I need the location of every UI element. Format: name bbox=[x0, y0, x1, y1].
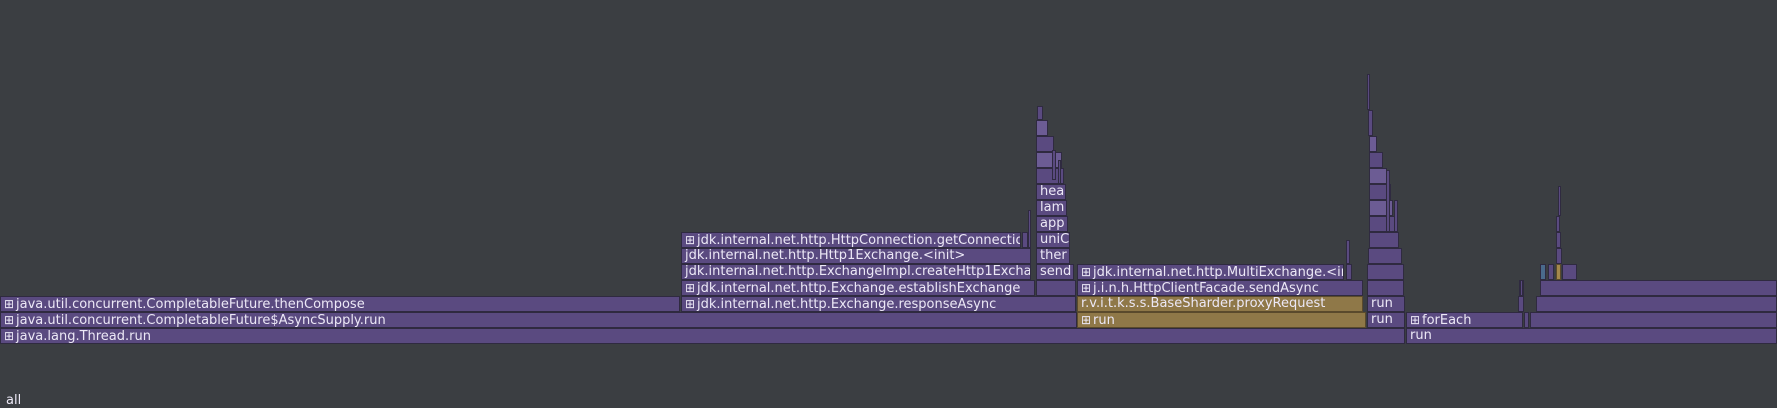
expand-icon[interactable]: ⊞ bbox=[685, 281, 695, 295]
frame-sliver[interactable] bbox=[1556, 248, 1562, 264]
frame-sliver[interactable] bbox=[1556, 232, 1561, 248]
frame-sliver[interactable] bbox=[1394, 200, 1398, 232]
frame-sliver[interactable] bbox=[1369, 136, 1377, 152]
frame-sliver[interactable] bbox=[1369, 152, 1383, 168]
frame-lam[interactable]: lam bbox=[1036, 200, 1067, 216]
frame-ther[interactable]: ther bbox=[1036, 248, 1070, 264]
frame-thread-run[interactable]: ⊞ java.lang.Thread.run bbox=[0, 328, 1405, 344]
frame-create-http1-exchange[interactable]: jdk.internal.net.http.ExchangeImpl.creat… bbox=[681, 264, 1031, 280]
frame-sliver[interactable] bbox=[1369, 232, 1399, 248]
frame-sliver[interactable] bbox=[1548, 264, 1554, 280]
frame-for-each[interactable]: ⊞ forEach bbox=[1406, 312, 1523, 328]
frame-http1-exchange-init[interactable]: jdk.internal.net.http.Http1Exchange.<ini… bbox=[681, 248, 1031, 264]
expand-icon[interactable]: ⊞ bbox=[685, 233, 695, 247]
frame-proxy-request[interactable]: r.v.i.t.k.s.s.BaseSharder.proxyRequest bbox=[1077, 296, 1363, 312]
expand-icon[interactable]: ⊞ bbox=[1410, 313, 1420, 327]
frame-sliver[interactable] bbox=[1367, 74, 1370, 110]
frame-send-async[interactable]: ⊞ j.i.n.h.HttpClientFacade.sendAsync bbox=[1077, 280, 1363, 296]
frame-sliver[interactable] bbox=[1346, 264, 1352, 280]
frame-response-async[interactable]: ⊞ jdk.internal.net.http.Exchange.response… bbox=[681, 296, 1076, 312]
frame-sliver[interactable] bbox=[1367, 264, 1404, 280]
frame-sliver[interactable] bbox=[1037, 106, 1043, 120]
frame-sliver[interactable] bbox=[1369, 216, 1397, 232]
frame-run-a[interactable]: run bbox=[1367, 296, 1405, 312]
frame-sliver[interactable] bbox=[1518, 296, 1524, 312]
expand-icon[interactable]: ⊞ bbox=[4, 313, 14, 327]
frame-sliver[interactable] bbox=[1368, 248, 1402, 264]
frame-sliver[interactable] bbox=[1036, 280, 1076, 296]
frame-send[interactable]: send bbox=[1036, 264, 1074, 280]
frame-sliver[interactable] bbox=[1536, 296, 1777, 312]
expand-icon[interactable]: ⊞ bbox=[4, 297, 14, 311]
frame-multi-exchange-init[interactable]: ⊞ jdk.internal.net.http.MultiExchange.<in… bbox=[1077, 264, 1344, 280]
root-frame-all[interactable]: all bbox=[0, 394, 1777, 408]
frame-then-compose[interactable]: ⊞ java.util.concurrent.CompletableFuture.… bbox=[0, 296, 680, 312]
frame-sliver[interactable] bbox=[1028, 210, 1031, 248]
frame-sliver[interactable] bbox=[1556, 264, 1561, 280]
expand-icon[interactable]: ⊞ bbox=[685, 297, 695, 311]
frame-hea[interactable]: hea bbox=[1036, 184, 1066, 200]
frame-sliver[interactable] bbox=[1052, 150, 1056, 180]
frame-sliver[interactable] bbox=[1540, 280, 1777, 296]
frame-sliver[interactable] bbox=[1368, 110, 1373, 136]
frame-establish-exchange[interactable]: ⊞ jdk.internal.net.http.Exchange.establis… bbox=[681, 280, 1035, 296]
frame-sliver[interactable] bbox=[1058, 160, 1061, 184]
frame-app[interactable]: app bbox=[1036, 216, 1068, 232]
frame-sliver[interactable] bbox=[1386, 170, 1390, 232]
frame-uniC[interactable]: uniC bbox=[1036, 232, 1070, 248]
frame-run-highlighted[interactable]: ⊞ run bbox=[1077, 312, 1366, 328]
frame-sliver[interactable] bbox=[1540, 264, 1546, 280]
frame-sliver[interactable] bbox=[1367, 280, 1404, 296]
flame-graph: all ⊞ java.lang.Thread.run run ⊞ java.util… bbox=[0, 0, 1777, 408]
frame-sliver[interactable] bbox=[1558, 186, 1561, 216]
frame-run-b[interactable]: run bbox=[1367, 312, 1405, 328]
expand-icon[interactable]: ⊞ bbox=[4, 329, 14, 343]
expand-icon[interactable]: ⊞ bbox=[1081, 313, 1091, 327]
frame-sliver[interactable] bbox=[1346, 240, 1350, 264]
expand-icon[interactable]: ⊞ bbox=[1081, 281, 1091, 295]
frame-get-connection[interactable]: ⊞ jdk.internal.net.http.HttpConnection.ge… bbox=[681, 232, 1021, 248]
frame-sliver[interactable] bbox=[1520, 280, 1523, 296]
frame-sliver[interactable] bbox=[1530, 312, 1777, 328]
frame-sliver[interactable] bbox=[1524, 312, 1529, 328]
frame-sliver[interactable] bbox=[1369, 168, 1387, 184]
frame-sliver[interactable] bbox=[1562, 264, 1577, 280]
frame-async-supply-run[interactable]: ⊞ java.util.concurrent.CompletableFuture$… bbox=[0, 312, 1077, 328]
frame-sliver[interactable] bbox=[1556, 216, 1560, 232]
expand-icon[interactable]: ⊞ bbox=[1081, 265, 1091, 279]
frame-sliver[interactable] bbox=[1036, 120, 1048, 136]
frame-run-c[interactable]: run bbox=[1406, 328, 1777, 344]
